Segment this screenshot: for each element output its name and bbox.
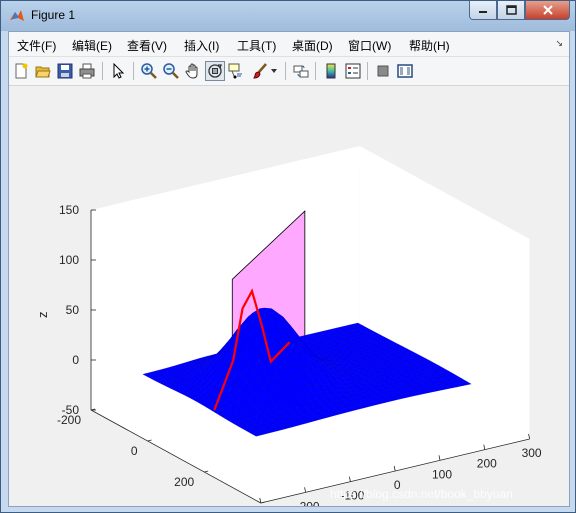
menu-insert[interactable]: 插入(I)	[184, 37, 219, 54]
z-tick-label: 100	[59, 253, 79, 267]
maximize-icon	[505, 5, 517, 15]
save-icon[interactable]	[56, 62, 74, 80]
zoom-in-icon[interactable]	[140, 62, 158, 80]
hide-plot-tools-icon[interactable]	[374, 62, 392, 80]
data-cursor-icon[interactable]	[227, 62, 245, 80]
toolbar-separator	[285, 62, 286, 80]
toolbar-separator	[315, 62, 316, 80]
brush-dropdown-icon[interactable]	[269, 62, 279, 80]
close-icon	[542, 5, 553, 15]
z-tick-label: 50	[66, 303, 80, 317]
toolbar-separator	[367, 62, 368, 80]
x-tick-label: 200	[174, 475, 194, 489]
toolbar-separator	[102, 62, 103, 80]
figure-toolbar	[9, 57, 569, 86]
matlab-icon	[10, 10, 24, 21]
minimize-button[interactable]	[469, 1, 497, 20]
menu-edit[interactable]: 编辑(E)	[72, 37, 112, 54]
menu-view[interactable]: 查看(V)	[127, 37, 167, 54]
menu-bar: 文件(F) 编辑(E) 查看(V) 插入(I) 工具(T) 桌面(D) 窗口(W…	[9, 32, 569, 57]
brush-icon[interactable]	[251, 62, 269, 80]
edit-plot-icon[interactable]	[109, 62, 127, 80]
axes-3d[interactable]: x y z -50050100150-2000200400-300-200-10…	[9, 86, 569, 506]
y-axis-label: y	[369, 503, 376, 506]
show-plot-tools-icon[interactable]	[396, 62, 414, 80]
menu-desktop[interactable]: 桌面(D)	[292, 37, 333, 54]
zoom-out-icon[interactable]	[162, 62, 180, 80]
figure-client-area: 文件(F) 编辑(E) 查看(V) 插入(I) 工具(T) 桌面(D) 窗口(W…	[8, 31, 570, 507]
y-tick-label: 200	[477, 457, 497, 471]
toolbar-separator	[133, 62, 134, 80]
z-tick-label: 150	[59, 203, 79, 217]
y-tick-label: 300	[522, 446, 542, 460]
close-button[interactable]	[525, 1, 570, 20]
z-axis-label: z	[35, 312, 50, 319]
open-file-icon[interactable]	[34, 62, 52, 80]
menu-tools[interactable]: 工具(T)	[237, 37, 276, 54]
insert-legend-icon[interactable]	[344, 62, 362, 80]
maximize-button[interactable]	[497, 1, 525, 20]
z-tick-label: 0	[72, 353, 79, 367]
link-plot-icon[interactable]	[292, 62, 310, 80]
insert-colorbar-icon[interactable]	[322, 62, 340, 80]
pan-icon[interactable]	[184, 62, 202, 80]
x-tick-label: -200	[57, 413, 81, 427]
figure-window: Figure 1 文件(F) 编辑(E) 查看(V) 插入(I) 工具(T) 桌…	[0, 0, 576, 513]
axes-box	[90, 145, 530, 504]
menu-help[interactable]: 帮助(H)	[409, 37, 450, 54]
window-title: Figure 1	[31, 8, 76, 22]
watermark-text: https://blog.csdn.net/book_bbyuan	[330, 487, 513, 501]
y-tick-label: 100	[432, 467, 452, 481]
title-bar[interactable]: Figure 1	[1, 1, 575, 31]
y-tick-label: -200	[296, 499, 320, 506]
print-icon[interactable]	[78, 62, 96, 80]
minimize-icon	[479, 11, 487, 13]
menu-overflow-icon[interactable]: ↘	[555, 38, 563, 49]
menu-window[interactable]: 窗口(W)	[348, 37, 391, 54]
x-tick-label: 0	[131, 444, 138, 458]
menu-file[interactable]: 文件(F)	[17, 37, 56, 54]
rotate-3d-icon[interactable]	[205, 61, 225, 81]
new-figure-icon[interactable]	[12, 62, 30, 80]
